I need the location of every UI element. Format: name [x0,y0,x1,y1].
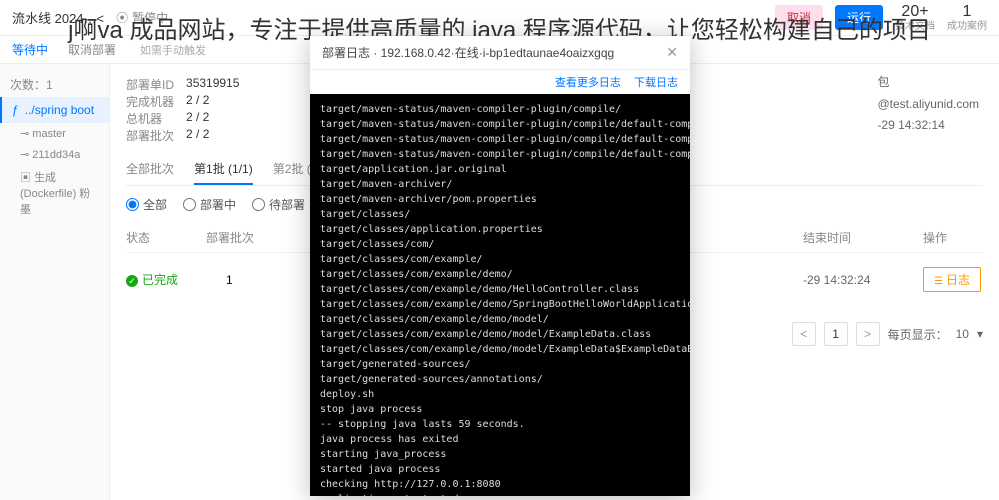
view-more-logs-link[interactable]: 查看更多日志 [555,77,621,89]
endtime-cell: -29 14:32:24 [803,273,923,287]
subtab-waiting[interactable]: 等待中 [12,41,48,58]
run-button[interactable]: 运行 [835,5,883,30]
status-cell: 已完成 [126,271,206,288]
batch-cell: 1 [206,273,286,287]
radio-all[interactable]: 全部 [126,196,167,213]
pager-prev[interactable]: < [792,322,816,346]
right-meta: 包 @test.aliyunid.com -29 14:32:14 [877,72,979,137]
tab-all-batches[interactable]: 全部批次 [126,154,174,185]
pause-badge: ⦿ 暂停中 [116,9,168,26]
sidebar-item-springboot[interactable]: ƒ../spring boot [0,97,109,123]
sidebar-count: 次数：1 [0,72,109,97]
sidebar: 次数：1 ƒ../spring boot ⊸ master ⊸ 211dd34a… [0,64,110,500]
check-icon [126,273,138,287]
sidebar-item-commit[interactable]: ⊸ 211dd34a [0,144,109,165]
stat-cases: 1成功案例 [947,2,987,33]
pager-current[interactable]: 1 [824,322,848,346]
close-icon[interactable]: ✕ [666,44,678,61]
console-output[interactable]: target/maven-status/maven-compiler-plugi… [310,94,690,496]
radio-deploying[interactable]: 部署中 [183,196,236,213]
sidebar-item-master[interactable]: ⊸ master [0,123,109,144]
top-bar: 流水线 2024…< ⦿ 暂停中 取消 运行 20+技术文档 1成功案例 [0,0,999,36]
cancel-button[interactable]: 取消 [775,5,823,30]
stat-docs: 20+技术文档 [895,2,935,33]
hint-text: 如需手动触发 [140,42,206,58]
modal-title: 部署日志 · 192.168.0.42·在线·i-bp1edtaunae4oai… [322,44,614,61]
download-logs-link[interactable]: 下载日志 [634,77,678,89]
breadcrumb[interactable]: 流水线 2024…< [12,8,104,27]
doc-icon [934,273,943,287]
pager-size-select[interactable]: 10 [956,327,969,341]
log-modal: 部署日志 · 192.168.0.42·在线·i-bp1edtaunae4oai… [310,36,690,496]
radio-pending[interactable]: 待部署 [252,196,305,213]
pager-next[interactable]: > [856,322,880,346]
log-button[interactable]: 日志 [923,267,981,292]
subtab-cancel-deploy[interactable]: 取消部署 [68,41,116,58]
tab-batch-1[interactable]: 第1批 (1/1) [194,154,253,185]
sidebar-item-dockerfile[interactable]: ▣ 生成(Dockerfile) 粉墨 [0,165,109,221]
pager-size-label: 每页显示： [888,326,948,343]
